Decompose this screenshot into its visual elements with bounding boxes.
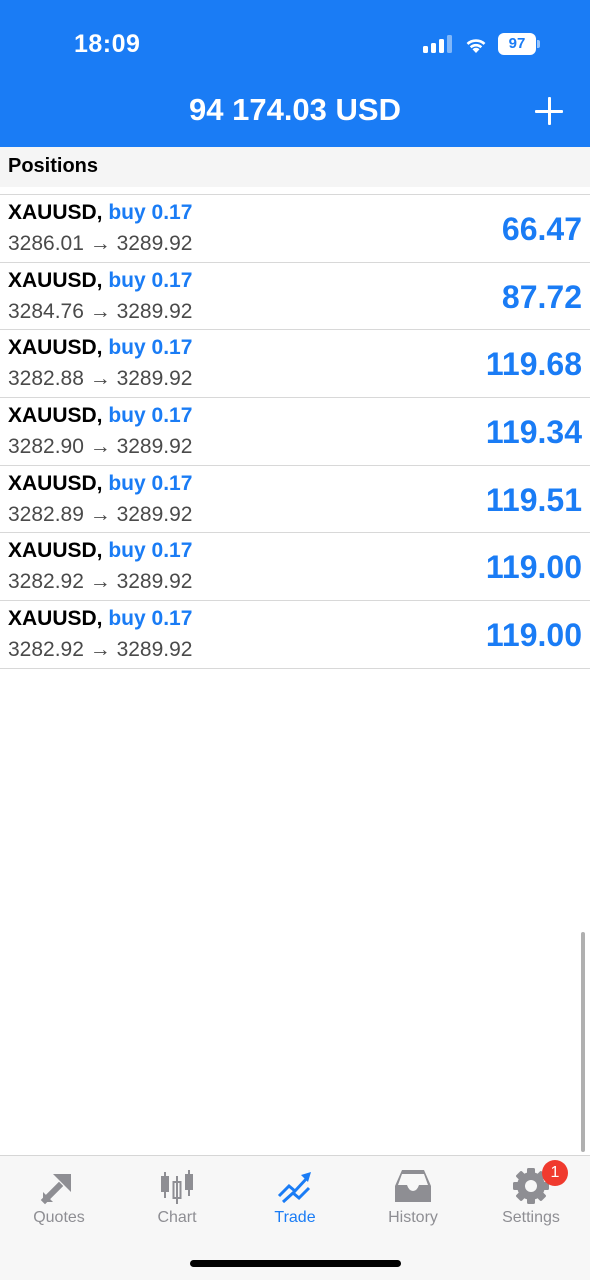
- position-symbol: XAUUSD,: [8, 539, 103, 563]
- position-row[interactable]: XAUUSD, buy 0.17 3282.92 → 3289.92 119.0…: [0, 601, 590, 669]
- positions-section-header: Positions: [0, 147, 590, 187]
- position-row[interactable]: XAUUSD, buy 0.17 3282.92 → 3289.92 119.0…: [0, 533, 590, 602]
- position-prices: 3282.88 → 3289.92: [8, 367, 193, 391]
- battery-icon: 97: [498, 33, 540, 55]
- position-prices: 3282.92 → 3289.92: [8, 570, 193, 594]
- battery-level: 97: [498, 33, 536, 55]
- position-symbol: XAUUSD,: [8, 404, 103, 428]
- top-header: 18:09 97 94 174.03 USD: [0, 0, 590, 147]
- position-profit: 66.47: [501, 211, 582, 247]
- account-balance: 94 174.03 USD: [189, 92, 401, 127]
- position-side: buy 0.17: [108, 404, 193, 428]
- section-title: Positions: [8, 155, 99, 177]
- position-symbol: XAUUSD,: [8, 607, 103, 631]
- inbox-tray-icon: [395, 1170, 431, 1202]
- position-profit: 119.00: [485, 617, 582, 654]
- scroll-indicator[interactable]: [581, 932, 585, 1152]
- cellular-signal-icon: [423, 35, 453, 53]
- position-profit: 87.72: [501, 278, 582, 315]
- position-profit: 119.00: [485, 549, 582, 586]
- position-prices: 3282.92 → 3289.92: [8, 638, 193, 662]
- position-prices: 3282.90 → 3289.92: [8, 435, 193, 459]
- home-indicator[interactable]: [190, 1260, 401, 1267]
- tab-settings[interactable]: Settings: [472, 1156, 590, 1236]
- position-profit: 119.34: [485, 414, 582, 451]
- position-symbol: XAUUSD,: [8, 336, 103, 360]
- position-symbol: XAUUSD,: [8, 471, 103, 495]
- position-side: buy 0.17: [108, 268, 193, 292]
- tab-label: Settings: [502, 1209, 560, 1226]
- tab-quotes[interactable]: Quotes: [0, 1156, 118, 1236]
- position-row[interactable]: XAUUSD, buy 0.17 3282.89 → 3289.92 119.5…: [0, 466, 590, 534]
- position-row[interactable]: XAUUSD, buy 0.17 3286.01 → 3289.92 66.47: [0, 195, 590, 263]
- positions-list: XAUUSD, buy 0.17 3286.01 → 3289.92 66.47…: [0, 194, 590, 669]
- position-prices: 3282.89 → 3289.92: [8, 502, 193, 526]
- position-profit: 119.68: [485, 346, 582, 383]
- tab-chart[interactable]: Chart: [118, 1156, 236, 1236]
- tab-label: Chart: [157, 1209, 197, 1226]
- position-profit: 119.51: [485, 481, 582, 518]
- position-side: buy 0.17: [108, 336, 193, 360]
- position-side: buy 0.17: [108, 607, 193, 631]
- position-side: buy 0.17: [108, 201, 193, 224]
- position-row[interactable]: XAUUSD, buy 0.17 3284.76 → 3289.92 87.72: [0, 263, 590, 331]
- position-symbol: XAUUSD,: [8, 201, 103, 224]
- trade-trend-icon: [277, 1172, 311, 1204]
- position-prices: 3284.76 → 3289.92: [8, 299, 193, 323]
- tab-label: Quotes: [33, 1209, 85, 1226]
- new-order-plus-icon[interactable]: [534, 96, 564, 126]
- position-side: buy 0.17: [108, 539, 193, 563]
- status-time: 18:09: [74, 30, 141, 58]
- quotes-arrows-icon: [40, 1174, 73, 1205]
- wifi-icon: [466, 39, 486, 53]
- tab-label: Trade: [274, 1209, 316, 1226]
- position-prices: 3286.01 → 3289.92: [8, 232, 193, 255]
- tab-label: History: [388, 1209, 438, 1226]
- position-row[interactable]: XAUUSD, buy 0.17 3282.88 → 3289.92 119.6…: [0, 330, 590, 399]
- position-symbol: XAUUSD,: [8, 268, 103, 292]
- tab-trade[interactable]: Trade: [236, 1156, 354, 1236]
- position-row[interactable]: XAUUSD, buy 0.17 3282.90 → 3289.92 119.3…: [0, 398, 590, 466]
- position-side: buy 0.17: [108, 471, 193, 495]
- settings-notification-badge: 1: [542, 1160, 568, 1186]
- candlestick-icon: [161, 1170, 193, 1204]
- tab-history[interactable]: History: [354, 1156, 472, 1236]
